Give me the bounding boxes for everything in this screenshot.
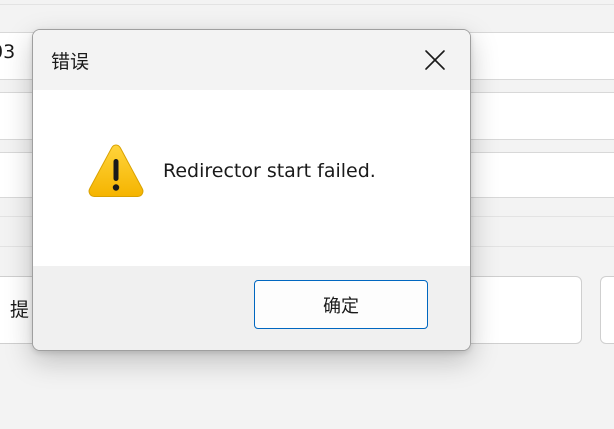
dialog-titlebar[interactable]: 错误	[33, 30, 470, 90]
dialog-title: 错误	[51, 51, 90, 73]
dialog-body: Redirector start failed.	[33, 90, 470, 266]
background-button-right[interactable]	[600, 276, 614, 344]
ok-button[interactable]: 确定	[254, 280, 428, 329]
divider	[0, 4, 614, 5]
warning-icon	[88, 144, 144, 197]
error-dialog: 错误 Redirector start failed. 确定	[32, 29, 471, 351]
dialog-footer: 确定	[33, 266, 470, 350]
field-partial-text: 03	[0, 41, 16, 63]
error-message: Redirector start failed.	[163, 160, 376, 182]
close-button[interactable]	[400, 30, 470, 90]
close-icon	[425, 50, 445, 70]
button-partial-text: 提	[10, 299, 30, 321]
